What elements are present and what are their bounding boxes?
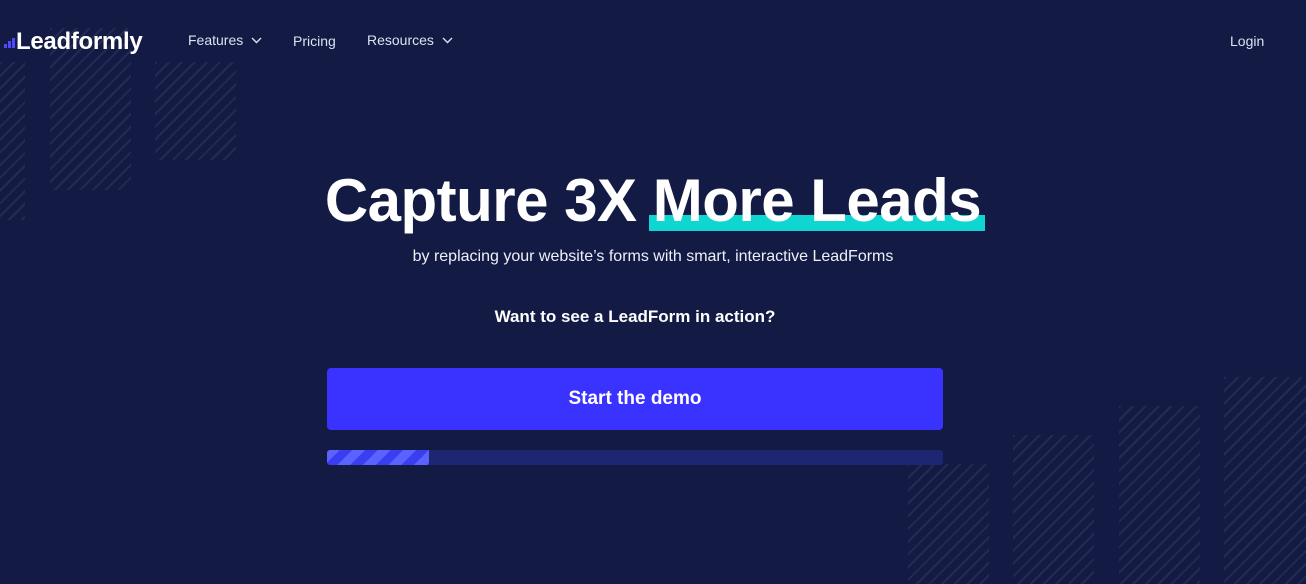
hero-title: Capture 3X More Leads xyxy=(0,166,1306,236)
decorative-stripe-bar xyxy=(1013,435,1094,584)
top-navigation: Leadformly Features Pricing Resources Lo… xyxy=(0,0,1306,82)
chevron-down-icon xyxy=(442,37,453,43)
nav-features-label: Features xyxy=(188,32,244,48)
login-link[interactable]: Login xyxy=(1230,33,1264,49)
brand-logo[interactable]: Leadformly xyxy=(4,27,143,55)
hero-subtitle: by replacing your website’s forms with s… xyxy=(412,248,894,265)
demo-question: Want to see a LeadForm in action? xyxy=(494,307,776,326)
logo-bars-icon xyxy=(4,38,15,48)
decorative-stripe-bar xyxy=(1119,406,1200,584)
brand-name: Leadformly xyxy=(16,28,143,55)
progress-bar xyxy=(327,450,943,465)
nav-features[interactable]: Features xyxy=(188,32,262,48)
decorative-stripe-bar xyxy=(1224,377,1306,584)
nav-resources-label: Resources xyxy=(367,32,434,48)
nav-pricing[interactable]: Pricing xyxy=(293,33,336,49)
chevron-down-icon xyxy=(251,37,262,43)
hero-title-text: Capture 3X xyxy=(324,167,653,234)
progress-bar-fill xyxy=(327,450,429,465)
login-label: Login xyxy=(1230,33,1265,49)
hero-title-highlight: More Leads xyxy=(648,166,986,236)
nav-pricing-label: Pricing xyxy=(293,33,336,49)
nav-resources[interactable]: Resources xyxy=(367,32,453,48)
hero-title-highlight-text: More Leads xyxy=(652,167,982,234)
decorative-stripe-bar xyxy=(908,464,989,584)
start-demo-button[interactable]: Start the demo xyxy=(327,368,943,430)
